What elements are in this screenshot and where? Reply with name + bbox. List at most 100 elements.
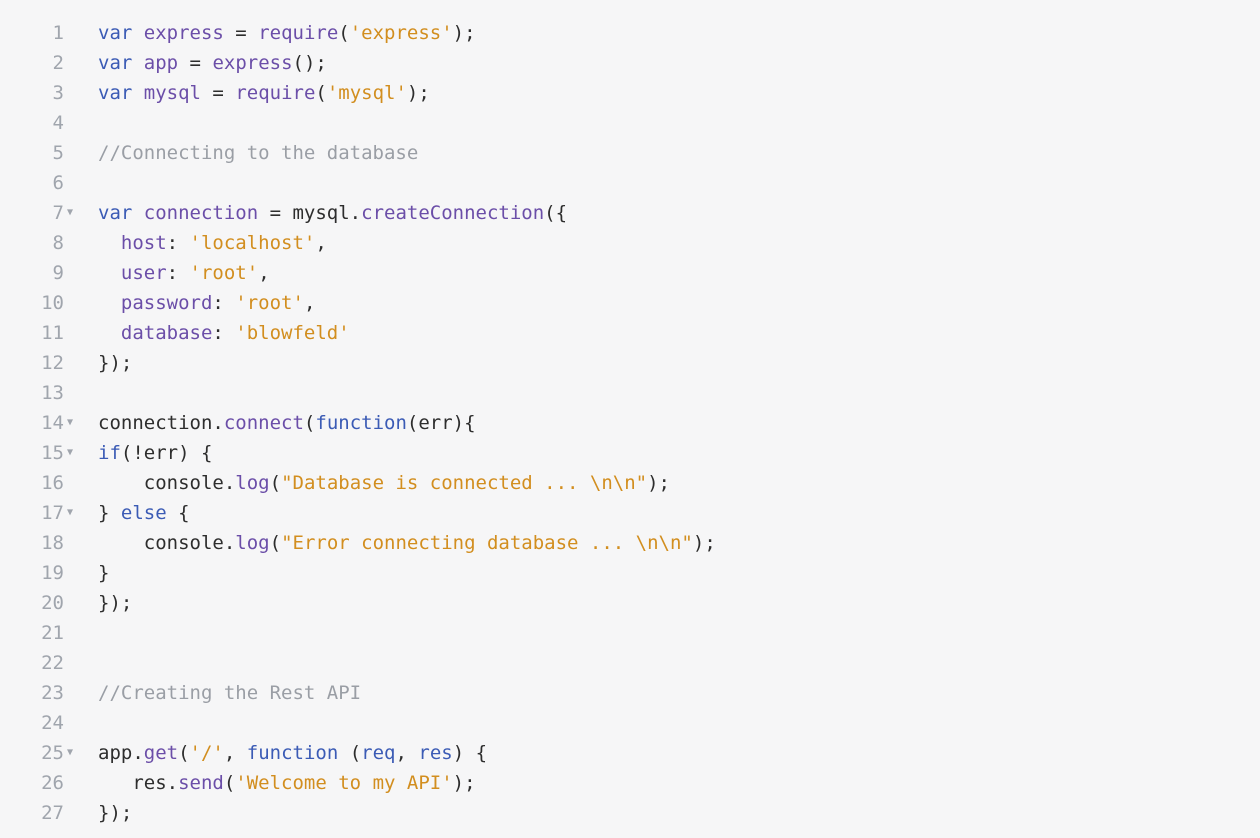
- code-line[interactable]: var mysql = require('mysql');: [98, 78, 716, 108]
- code-line[interactable]: //Creating the Rest API: [98, 678, 716, 708]
- code-line[interactable]: host: 'localhost',: [98, 228, 716, 258]
- token-ident-decl: mysql: [144, 82, 201, 104]
- code-line[interactable]: database: 'blowfeld': [98, 318, 716, 348]
- code-line[interactable]: [98, 708, 716, 738]
- token-comment: //Connecting to the database: [98, 142, 418, 164]
- fold-toggle-icon[interactable]: ▼: [65, 408, 75, 438]
- token-plain: (: [270, 472, 281, 494]
- line-number: 23: [0, 678, 64, 708]
- code-line[interactable]: });: [98, 588, 716, 618]
- code-line[interactable]: }: [98, 558, 716, 588]
- code-area[interactable]: var express = require('express');var app…: [78, 18, 716, 828]
- code-line[interactable]: //Connecting to the database: [98, 138, 716, 168]
- token-plain: app.: [98, 742, 144, 764]
- token-str: 'Welcome to my API': [235, 772, 452, 794]
- code-line[interactable]: });: [98, 348, 716, 378]
- line-number: 20: [0, 588, 64, 618]
- token-plain: ,: [396, 742, 419, 764]
- token-plain: :: [167, 262, 190, 284]
- token-plain: );: [647, 472, 670, 494]
- token-param: req: [361, 742, 395, 764]
- code-line[interactable]: [98, 108, 716, 138]
- line-number: 4: [0, 108, 64, 138]
- code-line[interactable]: [98, 168, 716, 198]
- token-str: 'express': [350, 22, 453, 44]
- line-number: 22: [0, 648, 64, 678]
- token-plain: {: [167, 502, 190, 524]
- token-method: log: [235, 472, 269, 494]
- line-number: 2: [0, 48, 64, 78]
- token-plain: (: [315, 82, 326, 104]
- token-plain: (!err) {: [121, 442, 213, 464]
- token-plain: ,: [224, 742, 247, 764]
- line-number: 19: [0, 558, 64, 588]
- token-method: express: [212, 52, 292, 74]
- code-line[interactable]: [98, 378, 716, 408]
- token-plain: [98, 232, 121, 254]
- line-number: 14▼: [0, 408, 64, 438]
- token-method: log: [235, 532, 269, 554]
- code-line[interactable]: [98, 648, 716, 678]
- token-str: 'blowfeld': [235, 322, 349, 344]
- line-number: 18: [0, 528, 64, 558]
- code-line[interactable]: user: 'root',: [98, 258, 716, 288]
- line-number: 21: [0, 618, 64, 648]
- token-method: get: [144, 742, 178, 764]
- code-line[interactable]: var app = express();: [98, 48, 716, 78]
- fold-toggle-icon[interactable]: ▼: [65, 738, 75, 768]
- token-method: require: [258, 22, 338, 44]
- token-kw: var: [98, 22, 132, 44]
- token-plain: (: [224, 772, 235, 794]
- code-line[interactable]: var connection = mysql.createConnection(…: [98, 198, 716, 228]
- token-plain: =: [224, 22, 258, 44]
- line-number: 13: [0, 378, 64, 408]
- token-str: "Error connecting database ... \n\n": [281, 532, 693, 554]
- token-plain: (: [338, 742, 361, 764]
- token-prop: host: [121, 232, 167, 254]
- token-param: res: [418, 742, 452, 764]
- token-str: 'root': [235, 292, 304, 314]
- fold-toggle-icon[interactable]: ▼: [65, 198, 75, 228]
- token-plain: );: [453, 772, 476, 794]
- token-prop: user: [121, 262, 167, 284]
- token-plain: [98, 262, 121, 284]
- token-plain: res.: [98, 772, 178, 794]
- token-plain: :: [212, 292, 235, 314]
- line-number: 17▼: [0, 498, 64, 528]
- code-line[interactable]: var express = require('express');: [98, 18, 716, 48]
- code-line[interactable]: });: [98, 798, 716, 828]
- code-line[interactable]: console.log("Error connecting database .…: [98, 528, 716, 558]
- token-plain: (: [304, 412, 315, 434]
- line-number: 5: [0, 138, 64, 168]
- code-line[interactable]: res.send('Welcome to my API');: [98, 768, 716, 798]
- fold-toggle-icon[interactable]: ▼: [65, 498, 75, 528]
- token-kw: function: [315, 412, 407, 434]
- token-plain: = mysql.: [258, 202, 361, 224]
- token-plain: [132, 52, 143, 74]
- token-method: require: [235, 82, 315, 104]
- line-number: 1: [0, 18, 64, 48]
- token-plain: [132, 22, 143, 44]
- token-plain: );: [453, 22, 476, 44]
- token-plain: });: [98, 352, 132, 374]
- token-kw: var: [98, 82, 132, 104]
- code-editor[interactable]: 1234567▼891011121314▼15▼1617▼18192021222…: [0, 18, 1260, 828]
- token-plain: );: [693, 532, 716, 554]
- token-ident-decl: express: [144, 22, 224, 44]
- token-plain: ({: [544, 202, 567, 224]
- fold-toggle-icon[interactable]: ▼: [65, 438, 75, 468]
- token-method: send: [178, 772, 224, 794]
- code-line[interactable]: console.log("Database is connected ... \…: [98, 468, 716, 498]
- code-line[interactable]: } else {: [98, 498, 716, 528]
- token-plain: ) {: [453, 742, 487, 764]
- code-line[interactable]: connection.connect(function(err){: [98, 408, 716, 438]
- code-line[interactable]: app.get('/', function (req, res) {: [98, 738, 716, 768]
- token-ident-decl: connection: [144, 202, 258, 224]
- code-line[interactable]: password: 'root',: [98, 288, 716, 318]
- token-ident-decl: app: [144, 52, 178, 74]
- token-comment: //Creating the Rest API: [98, 682, 361, 704]
- code-line[interactable]: if(!err) {: [98, 438, 716, 468]
- token-plain: :: [167, 232, 190, 254]
- code-line[interactable]: [98, 618, 716, 648]
- token-plain: }: [98, 502, 121, 524]
